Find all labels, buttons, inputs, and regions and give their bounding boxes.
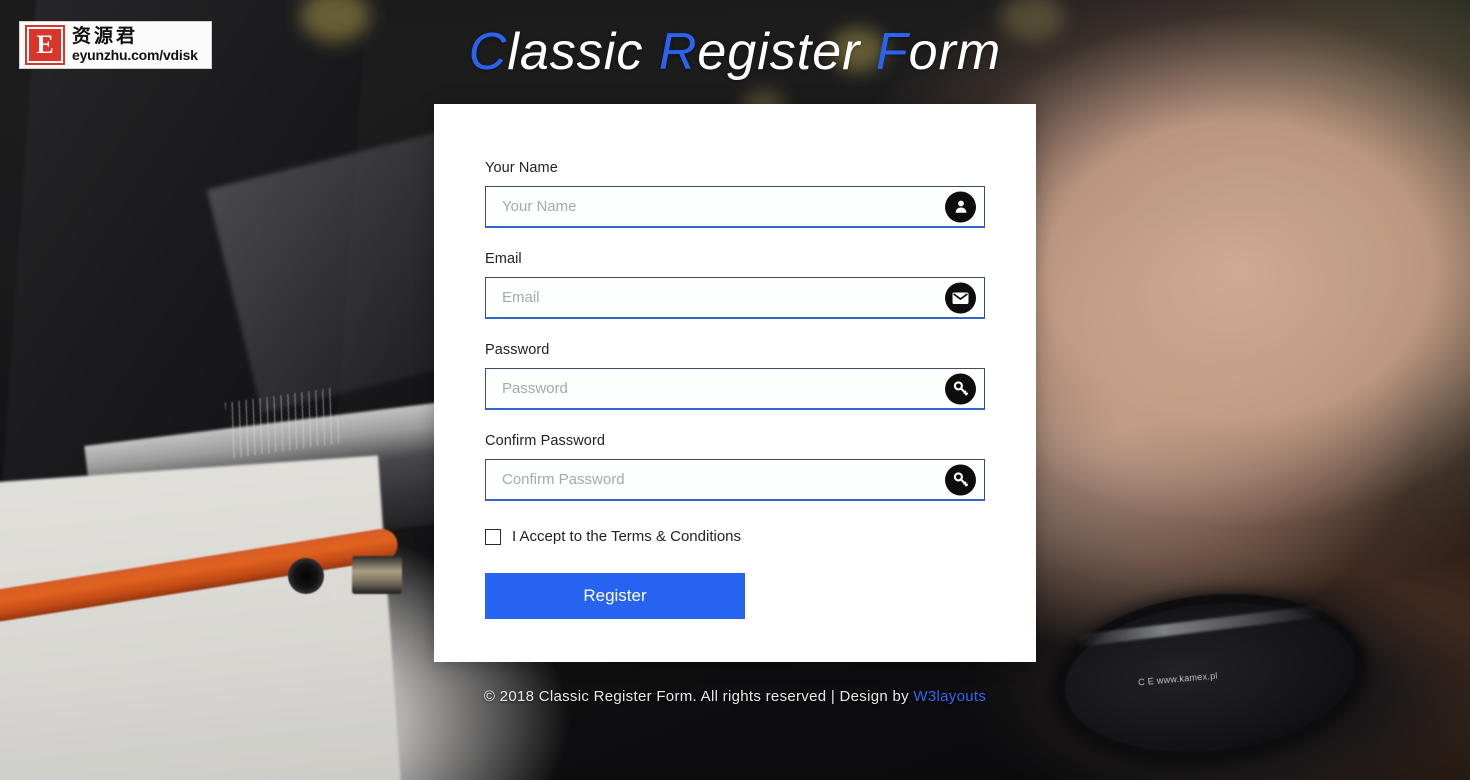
field-your-name: Your Name bbox=[485, 160, 985, 228]
watermark-badge-letter: E bbox=[27, 27, 63, 63]
input-wrap-your-name[interactable] bbox=[485, 186, 985, 228]
label-your-name: Your Name bbox=[485, 160, 558, 176]
watermark-logo: E 资源君 eyunzhu.com/vdisk bbox=[19, 21, 212, 69]
password-input[interactable] bbox=[486, 369, 984, 408]
terms-row: I Accept to the Terms & Conditions bbox=[485, 528, 985, 545]
watermark-chinese-name: 资源君 bbox=[72, 24, 139, 47]
watermark-url: eyunzhu.com/vdisk bbox=[72, 46, 198, 63]
title-part-egister: egister bbox=[697, 23, 876, 81]
title-part-c: C bbox=[468, 23, 508, 81]
footer-copyright: © 2018 Classic Register Form. All rights… bbox=[483, 688, 914, 705]
input-wrap-password[interactable] bbox=[485, 368, 985, 410]
field-password: Password bbox=[485, 342, 985, 410]
label-email: Email bbox=[485, 251, 522, 267]
input-wrap-confirm-password[interactable] bbox=[485, 459, 985, 501]
watermark-text: 资源君 eyunzhu.com/vdisk bbox=[72, 24, 198, 63]
key-icon bbox=[945, 464, 976, 495]
register-form: Your Name Email bbox=[434, 104, 1036, 619]
page-title: Classic Register Form bbox=[0, 22, 1470, 82]
email-input[interactable] bbox=[486, 278, 984, 317]
page-root: C E www.kamex.pl E 资源君 eyunzhu.com/vdisk… bbox=[0, 0, 1470, 780]
accept-terms-checkbox[interactable] bbox=[485, 528, 501, 545]
envelope-icon bbox=[945, 282, 976, 313]
label-password: Password bbox=[485, 342, 550, 358]
confirm-password-input[interactable] bbox=[486, 460, 984, 499]
accept-terms-label: I Accept to the Terms & Conditions bbox=[512, 528, 742, 545]
user-icon bbox=[945, 191, 976, 222]
key-icon bbox=[945, 373, 976, 404]
footer: © 2018 Classic Register Form. All rights… bbox=[0, 688, 1470, 705]
input-wrap-email[interactable] bbox=[485, 277, 985, 319]
field-confirm-password: Confirm Password bbox=[485, 433, 985, 501]
register-form-card: Your Name Email bbox=[434, 104, 1036, 662]
field-email: Email bbox=[485, 251, 985, 319]
footer-w3layouts-link[interactable]: W3layouts bbox=[913, 688, 986, 705]
watermark-badge: E bbox=[25, 25, 65, 65]
register-button[interactable]: Register bbox=[485, 573, 745, 619]
title-part-f: F bbox=[875, 23, 909, 81]
title-part-r: R bbox=[658, 23, 698, 81]
your-name-input[interactable] bbox=[486, 187, 984, 226]
label-confirm-password: Confirm Password bbox=[485, 433, 606, 449]
title-part-orm: orm bbox=[908, 23, 1002, 81]
title-part-lassic: lassic bbox=[507, 23, 659, 81]
